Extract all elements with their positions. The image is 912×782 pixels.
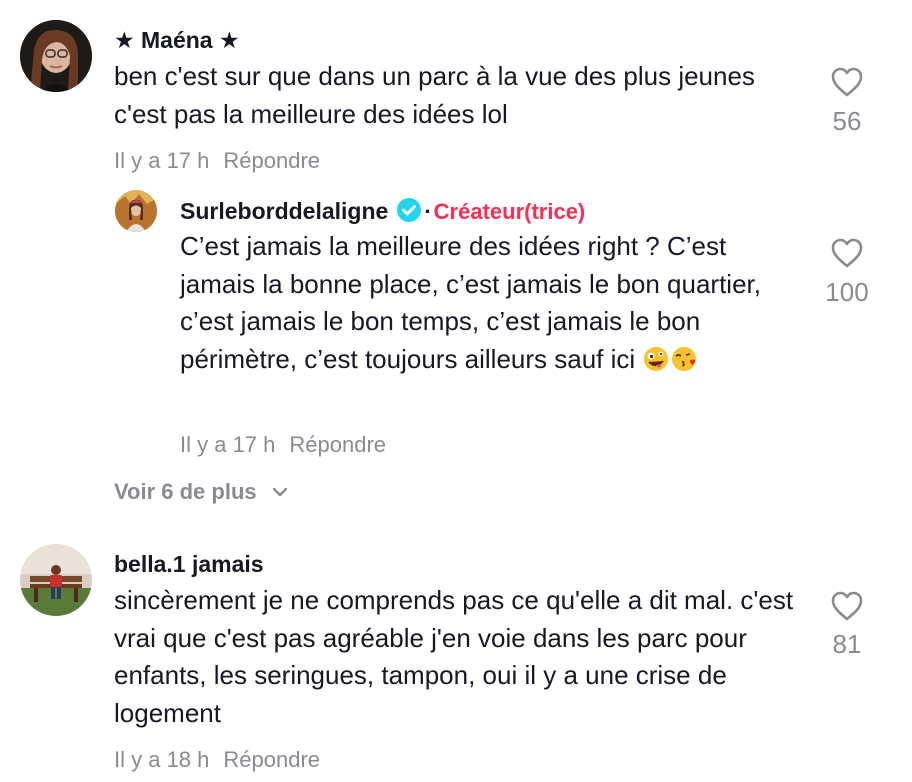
username[interactable]: ★ Maéna ★ xyxy=(114,27,240,54)
avatar[interactable] xyxy=(20,20,92,92)
timestamp: Il y a 17 h xyxy=(114,148,210,173)
view-more-replies-button[interactable]: Voir 6 de plus xyxy=(114,479,289,505)
reply-button[interactable]: Répondre xyxy=(223,148,320,173)
view-more-label: Voir 6 de plus xyxy=(114,479,257,504)
reply-meta: Il y a 17 h Répondre xyxy=(180,432,386,458)
avatar[interactable] xyxy=(115,190,157,232)
comment-text: ben c'est sur que dans un parc à la vue … xyxy=(114,61,755,129)
heart-icon[interactable] xyxy=(830,590,864,622)
avatar[interactable] xyxy=(20,544,92,616)
creator-badge: Créateur(trice) xyxy=(433,199,586,224)
username[interactable]: bella.1 jamais xyxy=(114,551,264,578)
kissing-face-emoji xyxy=(672,346,697,371)
timestamp: Il y a 18 h xyxy=(114,747,210,772)
like-count: 81 xyxy=(832,629,862,659)
reply-text: C’est jamais la meilleure des idées righ… xyxy=(180,228,790,378)
like-count: 100 xyxy=(825,277,869,307)
separator: · xyxy=(424,199,432,224)
creator-username[interactable]: Surleborddelaligne xyxy=(180,198,388,224)
heart-icon[interactable] xyxy=(830,66,864,98)
comment-text: sincèrement je ne comprends pas ce qu'el… xyxy=(114,585,794,728)
timestamp: Il y a 17 h xyxy=(180,432,276,457)
verified-check-icon xyxy=(397,198,422,222)
comment-meta: Il y a 17 h Répondre xyxy=(114,148,320,174)
zany-face-emoji xyxy=(644,346,669,371)
username: Surleborddelaligne ·Créateur(trice) xyxy=(180,197,585,225)
chevron-down-icon xyxy=(272,487,287,497)
comment-meta: Il y a 18 h Répondre xyxy=(114,747,320,773)
reply-button[interactable]: Répondre xyxy=(289,432,386,457)
like-count: 56 xyxy=(832,106,862,136)
reply-button[interactable]: Répondre xyxy=(223,747,320,772)
heart-icon[interactable] xyxy=(830,237,864,269)
